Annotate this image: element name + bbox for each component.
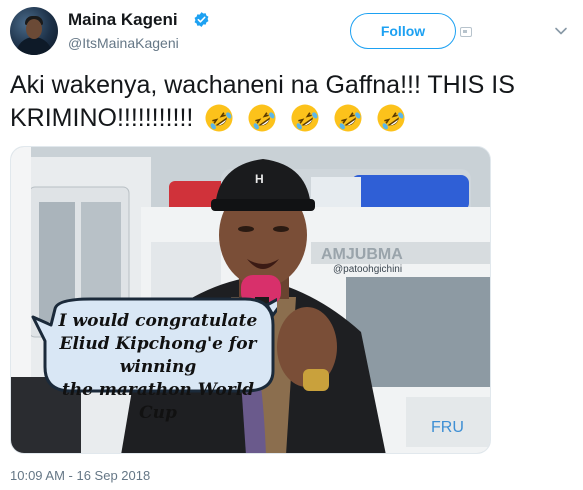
svg-text:H: H: [255, 172, 264, 186]
verified-badge-icon: [194, 12, 209, 27]
add-to-list-icon[interactable]: [460, 27, 472, 37]
rolling-laughing-emoji-icon: [376, 103, 406, 133]
rolling-laughing-emoji-icon: [290, 103, 320, 133]
photo-watermark: @patoohgichini: [333, 264, 403, 275]
speech-bubble-text: I would congratulate Eliud Kipchong'e fo…: [45, 310, 271, 425]
tweet-photo[interactable]: AMJUBMA FRU H @patoohgichini I would con…: [10, 146, 491, 454]
chevron-down-icon[interactable]: [554, 24, 568, 38]
rolling-laughing-emoji-icon: [333, 103, 363, 133]
caption-line: I would congratulate: [58, 311, 258, 331]
svg-text:AMJUBMA: AMJUBMA: [321, 246, 403, 263]
tweet-text-line2: KRIMINO!!!!!!!!!!!: [10, 104, 194, 132]
emoji-row: [204, 103, 412, 142]
display-name[interactable]: Maina Kageni: [68, 10, 178, 30]
user-handle[interactable]: @ItsMainaKageni: [68, 35, 179, 51]
tweet-card: Maina Kageni @ItsMainaKageni Follow Aki …: [0, 0, 583, 490]
avatar[interactable]: [10, 7, 58, 55]
rolling-laughing-emoji-icon: [204, 103, 234, 133]
rolling-laughing-emoji-icon: [247, 103, 277, 133]
svg-text:FRU: FRU: [431, 419, 464, 436]
caption-line: Eliud Kipchong'e for winning: [59, 334, 257, 377]
follow-button[interactable]: Follow: [350, 13, 456, 49]
caption-line: the marathon World Cup: [61, 380, 255, 423]
tweet-timestamp[interactable]: 10:09 AM - 16 Sep 2018: [10, 468, 150, 483]
tweet-text-line1: Aki wakenya, wachaneni na Gaffna!!! THIS…: [10, 71, 515, 99]
tweet-text: Aki wakenya, wachaneni na Gaffna!!! THIS…: [10, 69, 575, 142]
